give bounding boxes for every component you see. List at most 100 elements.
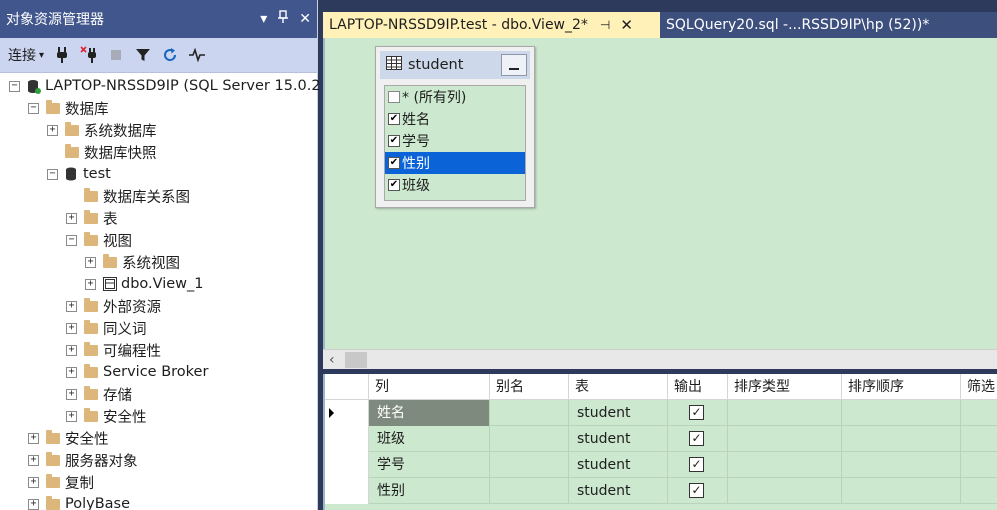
- checkbox-checked-icon[interactable]: ✔: [388, 179, 400, 191]
- collapse-icon[interactable]: −: [66, 234, 77, 246]
- tree-node[interactable]: − LAPTOP-NRSSD9IP (SQL Server 15.0.2: [9, 75, 321, 97]
- tree-node[interactable]: + PolyBase: [28, 493, 130, 510]
- tree-node[interactable]: + dbo.View_1: [85, 273, 204, 295]
- grid-row-header[interactable]: [325, 400, 369, 426]
- grid-row-header[interactable]: [325, 426, 369, 452]
- diagram-pane[interactable]: student * (所有列) ✔ 姓名 ✔ 学号 ✔ 性别 ✔ 班级: [323, 38, 997, 349]
- checkbox-checked-icon[interactable]: ✔: [388, 113, 400, 125]
- expand-icon[interactable]: +: [66, 322, 77, 334]
- collapse-icon[interactable]: −: [28, 102, 39, 114]
- grid-row[interactable]: 班级 student ✓: [325, 426, 997, 452]
- grid-row[interactable]: 性别 student ✓: [325, 478, 997, 504]
- plug-connect-icon[interactable]: [53, 46, 71, 64]
- expand-icon[interactable]: +: [66, 344, 77, 356]
- grid-cell-filter[interactable]: [961, 426, 997, 452]
- diagram-horizontal-scrollbar[interactable]: ‹: [323, 349, 997, 369]
- tab-close-icon[interactable]: ✕: [620, 16, 633, 34]
- tree-node[interactable]: + 复制: [28, 471, 94, 493]
- grid-cell-output[interactable]: ✓: [668, 452, 728, 478]
- grid-cell-output[interactable]: ✓: [668, 400, 728, 426]
- tree-node[interactable]: 数据库快照: [47, 141, 157, 163]
- refresh-icon[interactable]: [161, 46, 179, 64]
- grid-cell-sort-order[interactable]: [842, 478, 961, 504]
- checkbox-checked-icon[interactable]: ✔: [388, 157, 400, 169]
- expand-icon[interactable]: +: [66, 388, 77, 400]
- tree-node[interactable]: − test: [47, 163, 111, 185]
- grid-column-header[interactable]: 排序类型: [728, 374, 842, 400]
- grid-row-header[interactable]: [325, 478, 369, 504]
- tree-node[interactable]: − 数据库: [28, 97, 109, 119]
- tree-node[interactable]: + 可编程性: [66, 339, 161, 361]
- grid-cell-column[interactable]: 学号: [369, 452, 490, 478]
- table-widget-header[interactable]: student: [380, 51, 530, 79]
- grid-cell-alias[interactable]: [490, 452, 569, 478]
- grid-cell-sort-type[interactable]: [728, 452, 842, 478]
- close-icon[interactable]: ✕: [299, 11, 311, 27]
- scroll-left-icon[interactable]: ‹: [329, 350, 335, 370]
- grid-cell-sort-order[interactable]: [842, 400, 961, 426]
- grid-cell-table[interactable]: student: [569, 400, 668, 426]
- tree-node[interactable]: + 存储: [66, 383, 132, 405]
- grid-cell-alias[interactable]: [490, 400, 569, 426]
- expand-icon[interactable]: +: [66, 410, 77, 422]
- grid-row-header[interactable]: [325, 452, 369, 478]
- grid-column-header[interactable]: 筛选: [961, 374, 997, 400]
- grid-column-header[interactable]: 表: [569, 374, 668, 400]
- grid-cell-alias[interactable]: [490, 426, 569, 452]
- grid-column-header[interactable]: 输出: [668, 374, 728, 400]
- stop-icon[interactable]: [107, 46, 125, 64]
- grid-column-header[interactable]: 别名: [490, 374, 569, 400]
- grid-cell-table[interactable]: student: [569, 426, 668, 452]
- grid-cell-filter[interactable]: [961, 452, 997, 478]
- grid-cell-filter[interactable]: [961, 478, 997, 504]
- table-widget-student[interactable]: student * (所有列) ✔ 姓名 ✔ 学号 ✔ 性别 ✔ 班级: [375, 46, 535, 208]
- filter-icon[interactable]: [134, 46, 152, 64]
- grid-cell-table[interactable]: student: [569, 452, 668, 478]
- grid-row[interactable]: 姓名 student ✓: [325, 400, 997, 426]
- grid-column-header[interactable]: 列: [369, 374, 490, 400]
- expand-icon[interactable]: +: [28, 476, 39, 488]
- tab-sql-query[interactable]: SQLQuery20.sql -...RSSD9IP\hp (52))*: [660, 12, 997, 38]
- expand-icon[interactable]: +: [85, 278, 96, 290]
- grid-cell-sort-type[interactable]: [728, 426, 842, 452]
- grid-cell-column[interactable]: 性别: [369, 478, 490, 504]
- minimize-button[interactable]: [501, 54, 527, 76]
- collapse-icon[interactable]: −: [47, 168, 58, 180]
- table-column-item[interactable]: ✔ 学号: [385, 130, 525, 152]
- grid-cell-table[interactable]: student: [569, 478, 668, 504]
- checkbox-checked-icon[interactable]: ✓: [689, 405, 704, 420]
- expand-icon[interactable]: +: [28, 432, 39, 444]
- tree-node[interactable]: − 视图: [66, 229, 132, 251]
- pin-icon[interactable]: [277, 10, 289, 28]
- grid-cell-sort-order[interactable]: [842, 426, 961, 452]
- expand-icon[interactable]: +: [85, 256, 96, 268]
- checkbox-checked-icon[interactable]: ✓: [689, 457, 704, 472]
- checkbox-checked-icon[interactable]: ✓: [689, 483, 704, 498]
- tree-node[interactable]: + 安全性: [28, 427, 109, 449]
- tree-node[interactable]: 数据库关系图: [66, 185, 190, 207]
- connect-button[interactable]: 连接 ▾: [8, 45, 44, 65]
- tab-view-designer[interactable]: LAPTOP-NRSSD9IP.test - dbo.View_2* ⊣ ✕: [323, 12, 660, 38]
- expand-icon[interactable]: +: [28, 498, 39, 510]
- tab-pin-icon[interactable]: ⊣: [600, 18, 610, 32]
- collapse-icon[interactable]: −: [9, 80, 20, 92]
- grid-cell-column[interactable]: 姓名: [369, 400, 490, 426]
- grid-cell-sort-order[interactable]: [842, 452, 961, 478]
- tree-node[interactable]: + 外部资源: [66, 295, 161, 317]
- activity-monitor-icon[interactable]: [188, 46, 206, 64]
- tree-node[interactable]: + Service Broker: [66, 361, 208, 383]
- grid-cell-alias[interactable]: [490, 478, 569, 504]
- grid-cell-output[interactable]: ✓: [668, 478, 728, 504]
- expand-icon[interactable]: +: [66, 212, 77, 224]
- tree-node[interactable]: + 同义词: [66, 317, 147, 339]
- tree-node[interactable]: + 系统数据库: [47, 119, 157, 141]
- checkbox-checked-icon[interactable]: ✓: [689, 431, 704, 446]
- disconnect-icon[interactable]: [80, 46, 98, 64]
- window-position-dropdown-icon[interactable]: ▾: [260, 11, 267, 27]
- grid-cell-sort-type[interactable]: [728, 478, 842, 504]
- checkbox-unchecked-icon[interactable]: [388, 91, 400, 103]
- grid-cell-filter[interactable]: [961, 400, 997, 426]
- expand-icon[interactable]: +: [66, 366, 77, 378]
- tree-node[interactable]: + 安全性: [66, 405, 147, 427]
- tree-node[interactable]: + 服务器对象: [28, 449, 138, 471]
